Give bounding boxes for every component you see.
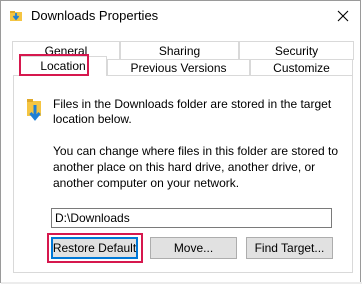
location-path-input[interactable] [51,208,332,228]
tab-security[interactable]: Security [239,41,354,60]
move-button[interactable]: Move... [150,237,237,259]
location-info-text: You can change where files in this folde… [53,144,339,190]
tab-previous-versions[interactable]: Previous Versions [107,59,250,76]
downloads-folder-icon [10,11,22,21]
location-description: Files in the Downloads folder are stored… [53,97,332,126]
tab-location[interactable]: Location [19,56,107,76]
find-target-button[interactable]: Find Target... [246,237,333,259]
window-title: Downloads Properties [31,8,159,23]
close-icon[interactable] [329,3,357,29]
downloads-folder-icon [27,99,41,121]
tab-customize[interactable]: Customize [250,59,353,76]
title-bar: Downloads Properties [1,1,360,31]
properties-window: Downloads Properties General Sharing Sec… [0,0,362,284]
restore-default-button[interactable]: Restore Default [51,237,138,259]
tab-sharing[interactable]: Sharing [120,41,239,60]
